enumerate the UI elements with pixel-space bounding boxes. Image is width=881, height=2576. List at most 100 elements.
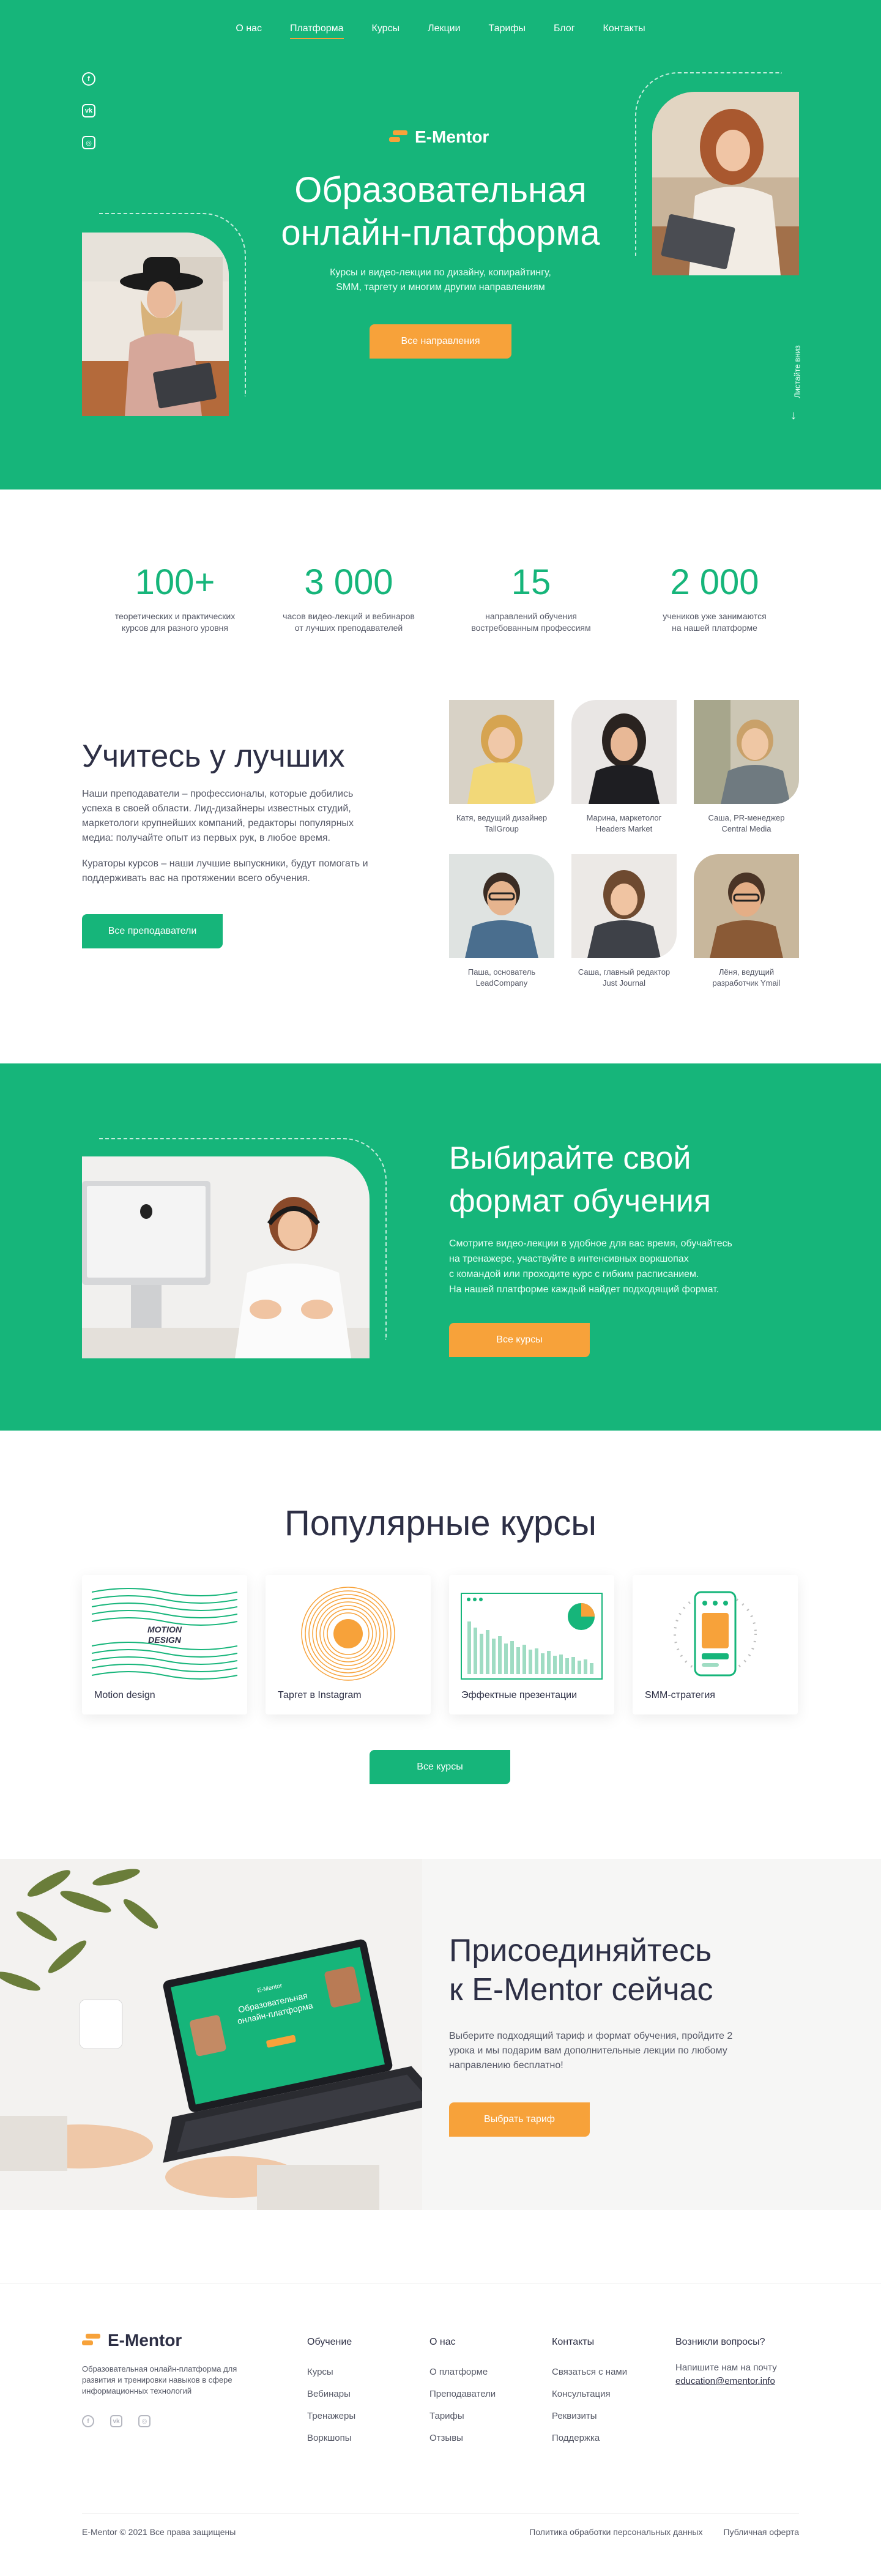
course-thumbnail [459,1585,604,1683]
footer-link-webinars[interactable]: Вебинары [307,2383,355,2405]
top-nav: О нас Платформа Курсы Лекции Тарифы Блог… [0,23,881,39]
course-title: Motion design [94,1690,155,1700]
footer-link-teachers[interactable]: Преподаватели [429,2383,496,2405]
footer-email-link[interactable]: education@ementor.info [675,2375,777,2388]
teacher-photo [694,854,799,958]
courses-title: Популярные курсы [284,1503,597,1543]
footer-col-questions: Возникли вопросы? Напишите нам на почту … [675,2337,777,2388]
course-card-motion-design[interactable]: MOTION DESIGN Motion design [82,1575,247,1714]
choose-plan-button[interactable]: Выбрать тариф [449,2102,590,2137]
logo-mark-icon [389,130,407,144]
teacher-card-lenya[interactable]: Лёня, ведущий разработчик Ymail [694,854,799,989]
copyright: E-Mentor © 2021 Все права защищены [82,2527,236,2537]
format-section: Выбирайте свой формат обучения Смотрите … [0,1063,881,1431]
teacher-card-sasha-pr[interactable]: Саша, PR-менеджер Central Media [694,700,799,835]
teacher-photo [449,700,554,804]
course-thumbnail [275,1585,421,1683]
course-thumbnail [642,1585,788,1683]
course-card-smm-strategy[interactable]: SMM-стратегия [633,1575,798,1714]
teacher-photo [571,854,677,958]
nav-about[interactable]: О нас [236,23,262,39]
course-card-instagram-target[interactable]: Таргет в Instagram [266,1575,431,1714]
format-all-courses-button[interactable]: Все курсы [449,1323,590,1357]
logo-text: E-Mentor [108,2331,182,2350]
stat-directions: 15 направлений обучения востребованным пр… [471,562,591,633]
all-directions-button[interactable]: Все направления [370,324,511,359]
instagram-icon[interactable]: ◎ [82,136,95,149]
all-teachers-button[interactable]: Все преподаватели [82,914,223,948]
privacy-policy-link[interactable]: Политика обработки персональных данных [529,2527,702,2537]
svg-text:DESIGN: DESIGN [148,1635,182,1645]
footer-link-courses[interactable]: Курсы [307,2361,355,2383]
footer-link-workshops[interactable]: Воркшопы [307,2427,355,2449]
courses-section: Популярные курсы MOTION DESIGN Motion de… [0,1431,881,1859]
course-card-presentations[interactable]: Эффектные презентации [449,1575,614,1714]
join-section: E-Mentor Образовательная онлайн-платформ… [0,1859,881,2210]
teacher-card-marina[interactable]: Марина, маркетолог Headers Market [571,700,677,835]
footer-link-support[interactable]: Поддержка [552,2427,627,2449]
social-links: f vk ◎ [82,72,95,149]
course-thumbnail: MOTION DESIGN [91,1585,238,1683]
svg-text:MOTION: MOTION [147,1625,182,1634]
teacher-card-sasha-editor[interactable]: Саша, главный редактор Just Journal [571,854,677,989]
footer-link-requisites[interactable]: Реквизиты [552,2405,627,2427]
format-photo [82,1156,370,1358]
hero-section: О нас Платформа Курсы Лекции Тарифы Блог… [0,0,881,490]
scroll-hint[interactable]: Листайте вниз ↓ [788,337,805,422]
logo-text: E-Mentor [415,127,489,146]
teachers-section: Учитесь у лучших Наши преподаватели – пр… [0,698,881,1063]
hero-logo[interactable]: E-Mentor [389,127,489,147]
footer-link-reviews[interactable]: Отзывы [429,2427,496,2449]
footer-col-about: О нас О платформе Преподаватели Тарифы О… [429,2337,496,2449]
nav-contacts[interactable]: Контакты [603,23,645,39]
nav-pricing[interactable]: Тарифы [489,23,526,39]
footer-link-pricing[interactable]: Тарифы [429,2405,496,2427]
footer: E-Mentor Образовательная онлайн-платформ… [0,2284,881,2576]
hero-lead: Курсы и видео-лекции по дизайну, копирай… [330,267,551,292]
nav-platform[interactable]: Платформа [289,23,344,39]
instagram-icon[interactable]: ◎ [138,2415,151,2427]
vk-icon[interactable]: vk [110,2415,122,2427]
courses-all-button[interactable]: Все курсы [370,1750,510,1784]
format-description: Смотрите видео-лекции в удобное для вас … [449,1238,732,1295]
vk-icon[interactable]: vk [82,104,95,117]
footer-col-contacts: Контакты Связаться с нами Консультация Р… [552,2337,627,2449]
teacher-card-katya[interactable]: Катя, ведущий дизайнер TallGroup [449,700,554,835]
arrow-down-icon: ↓ [790,409,797,422]
course-title: SMM-стратегия [645,1690,715,1700]
footer-link-trainers[interactable]: Тренажеры [307,2405,355,2427]
public-offer-link[interactable]: Публичная оферта [724,2527,800,2537]
logo-mark-icon [82,2334,100,2347]
stat-students: 2 000 учеников уже занимаются на нашей пл… [663,562,767,633]
teacher-photo [571,700,677,804]
footer-logo[interactable]: E-Mentor [82,2331,182,2350]
join-photo: E-Mentor Образовательная онлайн-платформ… [0,1859,422,2210]
course-title: Эффектные презентации [461,1690,577,1700]
footer-social-links: f vk ◎ [82,2415,151,2427]
teacher-photo [449,854,554,958]
course-title: Таргет в Instagram [278,1690,362,1700]
teacher-card-pasha[interactable]: Паша, основатель LeadCompany [449,854,554,989]
hero-photo-left [82,233,229,416]
teacher-photo [694,700,799,804]
join-description: Выберите подходящий тариф и формат обуче… [449,2031,733,2071]
teachers-title: Учитесь у лучших [82,739,345,774]
footer-col-learning: Обучение Курсы Вебинары Тренажеры Воркшо… [307,2337,355,2449]
footer-description: Образовательная онлайн-платформа для раз… [82,2364,237,2395]
footer-link-contact-us[interactable]: Связаться с нами [552,2361,627,2383]
nav-courses[interactable]: Курсы [372,23,400,39]
facebook-icon[interactable]: f [82,72,95,86]
teachers-description: Наши преподаватели – профессионалы, кото… [82,789,354,843]
stat-courses: 100+ теоретических и практических курсов … [114,562,236,633]
footer-link-consultation[interactable]: Консультация [552,2383,627,2405]
hero-title: Образовательная онлайн-платформа [281,170,600,253]
footer-link-platform[interactable]: О платформе [429,2361,496,2383]
nav-lectures[interactable]: Лекции [428,23,460,39]
stats-section: 100+ теоретических и практических курсов … [0,490,881,698]
format-title: Выбирайте свой формат обучения [449,1141,711,1219]
nav-blog[interactable]: Блог [554,23,575,39]
footer-bottom-bar: E-Mentor © 2021 Все права защищены Полит… [82,2513,799,2537]
stat-hours: 3 000 часов видео-лекций и вебинаров от л… [283,562,415,633]
facebook-icon[interactable]: f [82,2415,94,2427]
teachers-curators-text: Кураторы курсов – наши лучшие выпускники… [82,858,368,884]
